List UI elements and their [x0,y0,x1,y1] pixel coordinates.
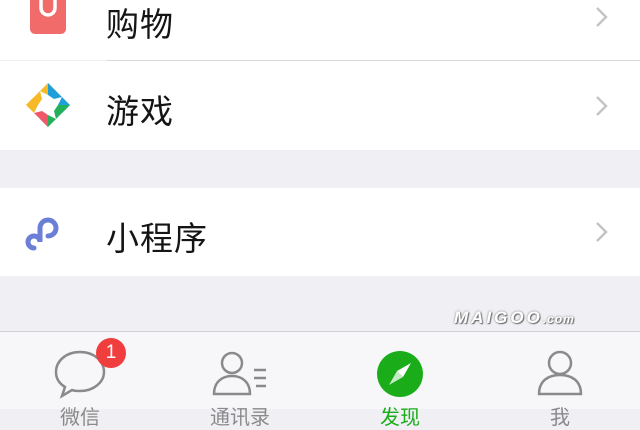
menu-item-label: 小程序 [106,219,208,258]
profile-icon [537,350,583,396]
mini-program-icon [24,208,72,256]
menu-item-mini-programs[interactable]: 小程序 [0,188,640,276]
menu-item-label: 游戏 [106,92,174,131]
menu-item-shopping[interactable]: 购物 [0,0,640,60]
bottom-tab-bar: 1 微信 通讯录 发现 我 [0,331,640,429]
chevron-right-icon [596,7,608,27]
chevron-right-icon [596,222,608,242]
compass-icon [377,351,423,397]
watermark: MAIGOO.com [454,308,575,327]
tab-label: 我 [550,405,570,429]
shopping-bag-icon [24,0,72,36]
unread-badge: 1 [96,338,126,368]
contacts-icon [212,351,266,396]
tab-label: 通讯录 [210,405,270,429]
menu-item-label: 购物 [106,5,174,44]
tab-contacts[interactable]: 通讯录 [160,332,320,429]
chevron-right-icon [596,96,608,116]
tab-label: 发现 [380,405,420,429]
tab-chats[interactable]: 1 微信 [0,332,160,429]
tab-label: 微信 [60,405,100,429]
tab-me[interactable]: 我 [480,332,640,429]
menu-item-games[interactable]: 游戏 [0,61,640,150]
tab-discover[interactable]: 发现 [320,332,480,429]
game-icon [24,81,72,129]
